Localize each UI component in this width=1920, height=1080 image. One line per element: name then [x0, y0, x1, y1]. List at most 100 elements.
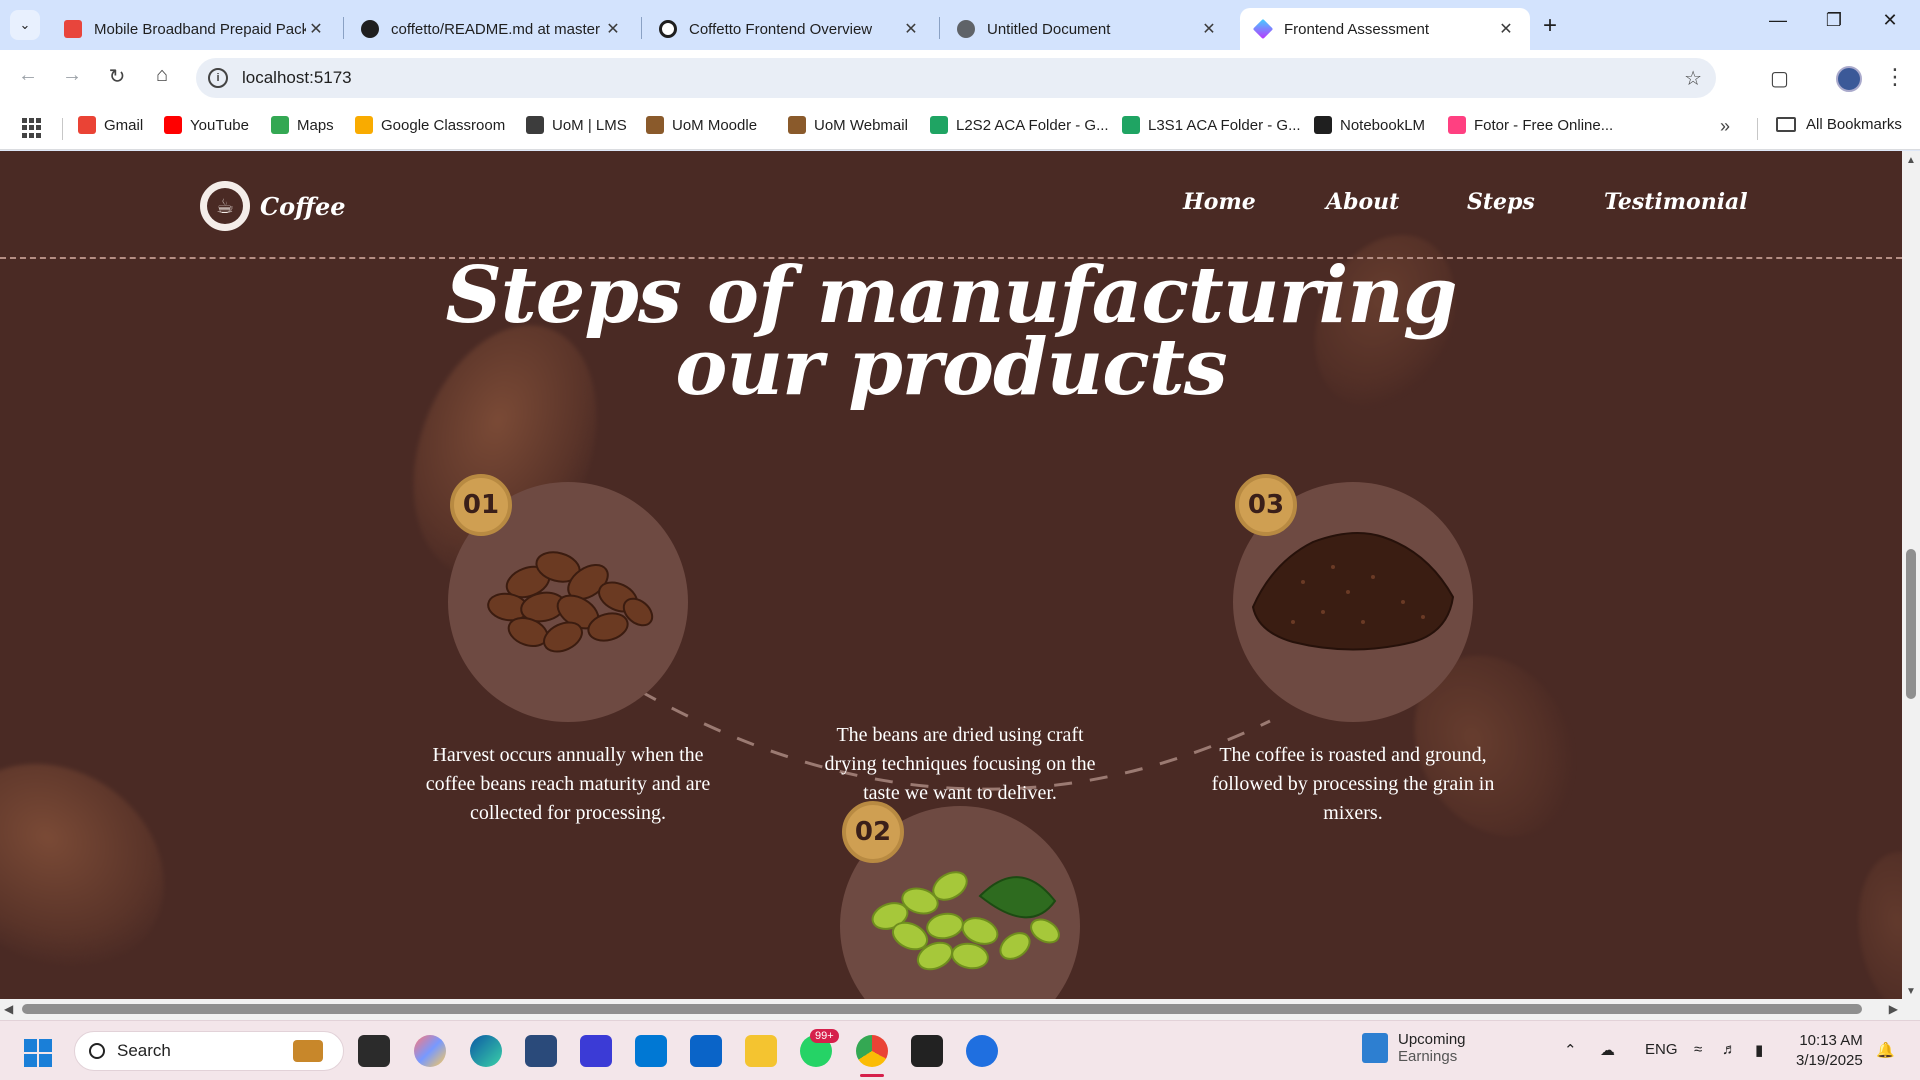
close-icon[interactable]: ✕: [603, 19, 623, 39]
step-2-description: The beans are dried using craft drying t…: [824, 724, 1096, 804]
tab-frontend-assessment[interactable]: Frontend Assessment ✕: [1240, 8, 1530, 50]
battery-icon[interactable]: ▮: [1755, 1041, 1763, 1059]
bookmark-fotor[interactable]: Fotor - Free Online...: [1448, 116, 1613, 134]
bookmark-youtube[interactable]: YouTube: [164, 116, 249, 134]
taskbar-search[interactable]: Search: [74, 1031, 344, 1071]
chevron-up-icon[interactable]: ⌃: [1564, 1041, 1577, 1059]
close-icon[interactable]: ✕: [306, 19, 326, 39]
bookmark-label: UoM Moodle: [672, 116, 758, 134]
uom-lms-icon: [526, 116, 544, 134]
browser-toolbar: ← → ↻ ⌂ i localhost:5173 ☆ ▢ ⋮: [0, 50, 1920, 106]
tab-separator: [939, 17, 940, 39]
notification-badge: 99+: [810, 1029, 839, 1043]
bookmark-label: UoM | LMS: [552, 116, 627, 134]
tab-untitled-document[interactable]: Untitled Document ✕: [943, 8, 1233, 50]
scroll-down-icon[interactable]: ▼: [1906, 986, 1916, 997]
extensions-icon[interactable]: ▢: [1770, 66, 1789, 91]
google-classroom-icon: [355, 116, 373, 134]
vertical-scrollbar[interactable]: ▲ ▼: [1902, 151, 1920, 999]
profile-avatar[interactable]: [1836, 66, 1862, 92]
widget-title: Upcoming: [1398, 1031, 1466, 1048]
translator-icon[interactable]: [966, 1035, 998, 1067]
bookmark-gmail[interactable]: Gmail: [78, 116, 143, 134]
restore-icon[interactable]: ❐: [1819, 10, 1849, 31]
minimize-icon[interactable]: —: [1763, 10, 1793, 31]
close-window-icon[interactable]: ✕: [1875, 10, 1905, 31]
scroll-right-icon[interactable]: ▶: [1889, 1002, 1898, 1016]
bookmarks-divider: [1757, 118, 1758, 140]
briefcase-icon: [293, 1040, 323, 1062]
tab-favicon-icon: [64, 20, 82, 38]
vertical-scroll-thumb[interactable]: [1906, 549, 1916, 699]
windows-start-icon[interactable]: [24, 1039, 52, 1067]
bookmark-uom-webmail[interactable]: UoM Webmail: [788, 116, 908, 134]
bookmark-uom-lms[interactable]: UoM | LMS: [526, 116, 627, 134]
tab-search-button[interactable]: ⌄: [10, 10, 40, 40]
back-arrow-icon[interactable]: ←: [14, 64, 42, 87]
language-indicator[interactable]: ENG: [1645, 1041, 1678, 1058]
step-3-number-badge: 03: [1235, 474, 1297, 536]
chrome-icon[interactable]: [856, 1035, 888, 1067]
tab-title: Coffetto Frontend Overview: [689, 20, 873, 38]
menu-kebab-icon[interactable]: ⋮: [1884, 64, 1906, 90]
folder-icon: [1776, 117, 1796, 132]
volume-icon[interactable]: ♬: [1722, 1041, 1737, 1058]
clock-time: 10:13 AM: [1799, 1032, 1863, 1049]
tab-coffetto-overview[interactable]: Coffetto Frontend Overview ✕: [645, 8, 935, 50]
sticky-notes-icon[interactable]: [911, 1035, 943, 1067]
close-icon[interactable]: ✕: [1199, 19, 1219, 39]
maps-icon: [271, 116, 289, 134]
bookmark-label: L2S2 ACA Folder - G...: [956, 116, 1109, 134]
outlook-icon[interactable]: [690, 1035, 722, 1067]
forward-arrow-icon[interactable]: →: [58, 64, 86, 87]
all-bookmarks-button[interactable]: All Bookmarks: [1776, 116, 1902, 133]
tab-mobile-broadband[interactable]: Mobile Broadband Prepaid Pack ✕: [50, 8, 340, 50]
bookmark-star-icon[interactable]: ☆: [1684, 66, 1702, 91]
bookmark-maps[interactable]: Maps: [271, 116, 334, 134]
math-app-icon[interactable]: [580, 1035, 612, 1067]
site-info-icon[interactable]: i: [208, 68, 228, 88]
home-icon[interactable]: ⌂: [148, 64, 176, 87]
tab-title: Mobile Broadband Prepaid Pack: [94, 20, 306, 38]
bookmark-l2s2-aca-folder[interactable]: L2S2 ACA Folder - G...: [930, 116, 1109, 134]
wifi-icon[interactable]: ≈: [1694, 1041, 1702, 1058]
url-text[interactable]: localhost:5173: [242, 68, 352, 88]
bookmark-uom-moodle[interactable]: UoM Moodle: [646, 116, 757, 134]
tab-title: Untitled Document: [987, 20, 1111, 38]
widget-subtitle: Earnings: [1398, 1048, 1458, 1065]
notifications-bell-icon[interactable]: 🔔: [1876, 1041, 1895, 1059]
clock-date: 3/19/2025: [1796, 1052, 1863, 1069]
scroll-up-icon[interactable]: ▲: [1906, 155, 1916, 166]
scroll-left-icon[interactable]: ◀: [4, 1002, 13, 1016]
vscode-icon[interactable]: [635, 1035, 667, 1067]
double-chevron-right-icon[interactable]: »: [1720, 116, 1730, 137]
mysql-workbench-icon[interactable]: [525, 1035, 557, 1067]
onedrive-icon[interactable]: ☁: [1600, 1041, 1615, 1059]
bookmark-label: Fotor - Free Online...: [1474, 116, 1614, 134]
tab-github-readme[interactable]: coffetto/README.md at master ✕: [347, 8, 637, 50]
reload-icon[interactable]: ↻: [103, 64, 131, 89]
all-bookmarks-label: All Bookmarks: [1806, 116, 1902, 133]
apps-grid-icon[interactable]: [22, 118, 42, 138]
file-explorer-icon[interactable]: [745, 1035, 777, 1067]
task-view-icon[interactable]: [358, 1035, 390, 1067]
weather-widget[interactable]: Upcoming Earnings: [1362, 1031, 1466, 1065]
bookmark-google-classroom[interactable]: Google Classroom: [355, 116, 505, 134]
bookmark-l3s1-aca-folder[interactable]: L3S1 ACA Folder - G...: [1122, 116, 1301, 134]
globe-icon: [957, 20, 975, 38]
close-icon[interactable]: ✕: [901, 19, 921, 39]
address-bar[interactable]: i localhost:5173 ☆: [196, 58, 1716, 98]
page-viewport: ☕ Coffee Home About Steps Testimonial St…: [0, 151, 1902, 999]
new-tab-button[interactable]: +: [1543, 12, 1557, 40]
stock-chart-icon: [1362, 1033, 1388, 1063]
horizontal-scrollbar[interactable]: ◀ ▶: [0, 999, 1920, 1020]
tab-strip: ⌄ Mobile Broadband Prepaid Pack ✕ coffet…: [0, 0, 1920, 50]
tab-separator: [641, 17, 642, 39]
bookmark-notebooklm[interactable]: NotebookLM: [1314, 116, 1425, 134]
horizontal-scroll-thumb[interactable]: [22, 1004, 1862, 1014]
close-icon[interactable]: ✕: [1496, 19, 1516, 39]
copilot-icon[interactable]: [414, 1035, 446, 1067]
bookmark-label: YouTube: [190, 116, 249, 134]
edge-icon[interactable]: [470, 1035, 502, 1067]
taskbar-clock[interactable]: 10:13 AM 3/19/2025: [1796, 1031, 1863, 1071]
